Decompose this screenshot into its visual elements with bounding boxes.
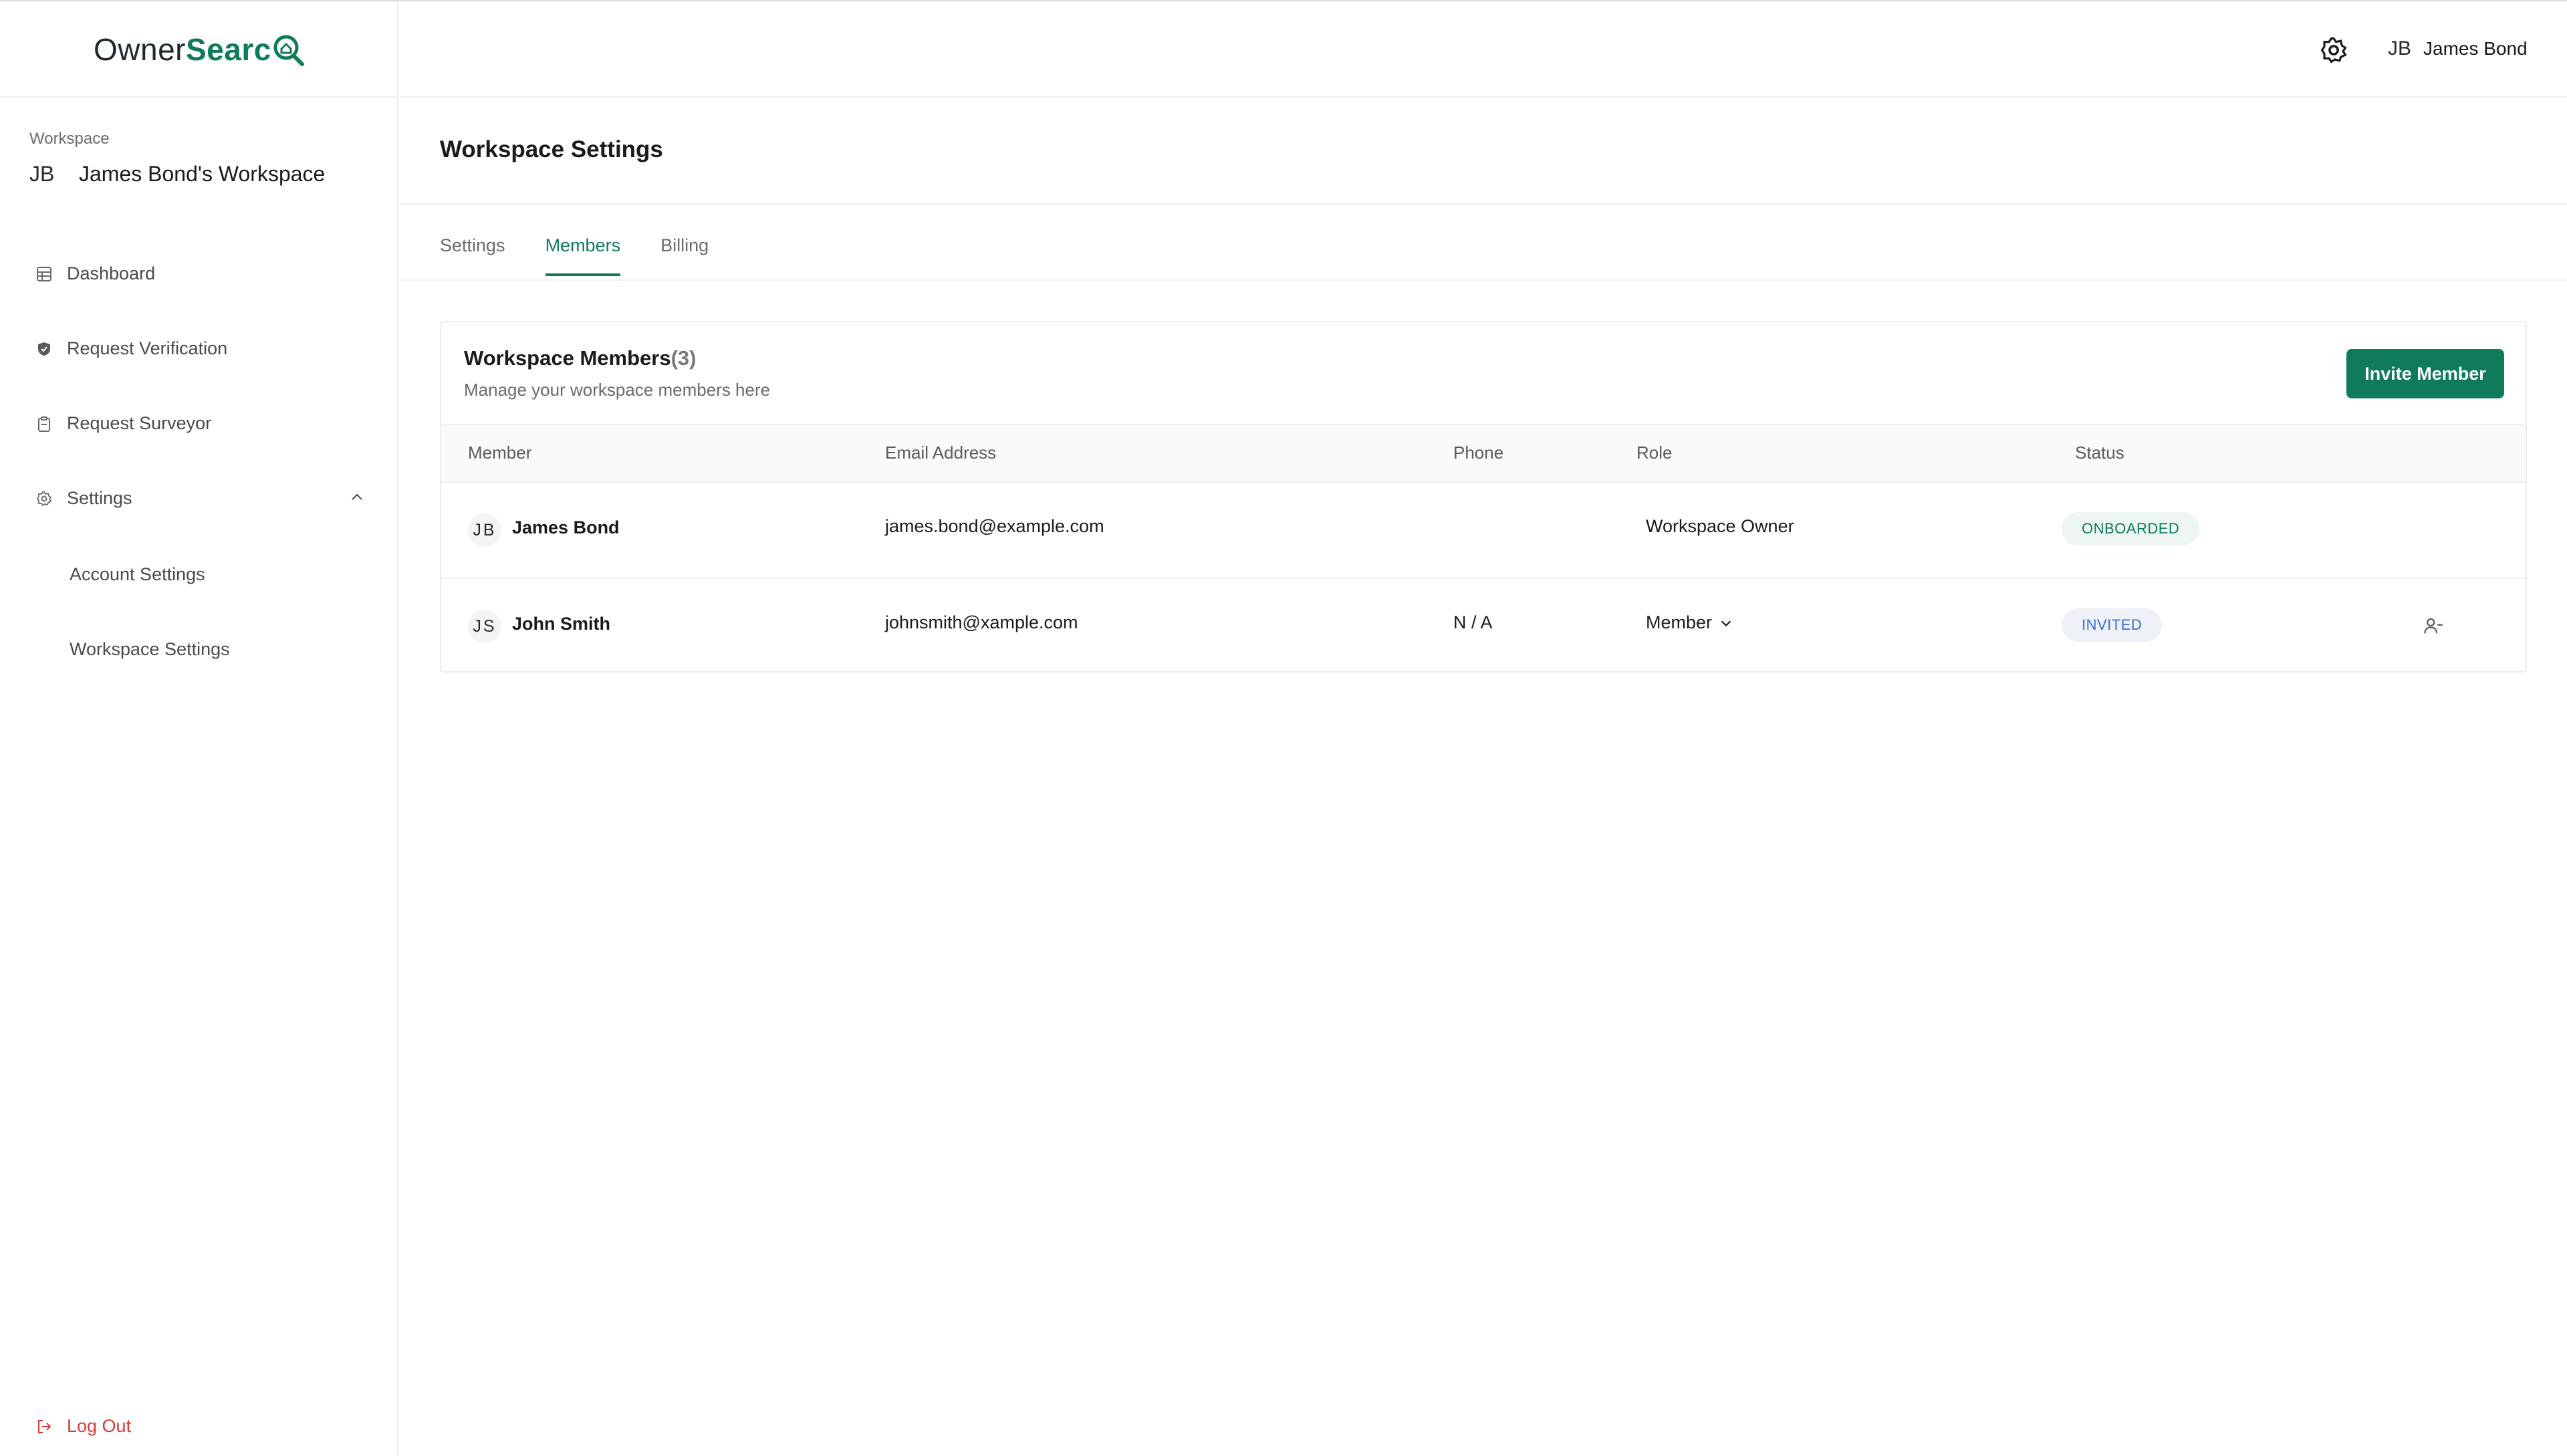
column-header-phone: Phone — [1453, 443, 1504, 463]
tab-billing[interactable]: Billing — [660, 235, 709, 276]
sidebar-item-request-verification[interactable]: Request Verification — [36, 338, 227, 359]
logo-text-search: Searc — [185, 32, 271, 67]
table-header: Member Email Address Phone Role Status — [441, 424, 2526, 483]
logo[interactable]: Owner Searc — [94, 29, 305, 70]
sidebar: Owner Searc Workspace JB James Bond's Wor… — [0, 1, 398, 1456]
logout-button[interactable]: Log Out — [36, 1416, 131, 1437]
members-card: Workspace Members(3) Manage your workspa… — [440, 321, 2527, 673]
page-title-bar — [400, 98, 2567, 205]
sidebar-subitem-workspace-settings[interactable]: Workspace Settings — [70, 639, 230, 660]
user-initials: JB — [2388, 37, 2412, 59]
sidebar-item-label: Request Verification — [67, 338, 228, 358]
sidebar-item-label: Dashboard — [67, 263, 156, 283]
shield-check-icon — [36, 341, 52, 357]
status-badge: INVITED — [2062, 608, 2163, 642]
column-header-status: Status — [2075, 443, 2124, 463]
members-card-title: Workspace Members(3) — [464, 346, 696, 370]
role-dropdown-value: Member — [1646, 612, 1713, 632]
member-phone: N / A — [1453, 612, 1493, 632]
user-minus-icon — [2424, 618, 2443, 634]
member-email: james.bond@example.com — [885, 516, 1104, 536]
tab-bar: Settings Members Billing — [440, 235, 749, 276]
invite-member-button[interactable]: Invite Member — [2346, 349, 2504, 398]
app-root: Owner Searc Workspace JB James Bond's Wor… — [0, 0, 2567, 1456]
role-dropdown[interactable]: Member — [1646, 612, 1733, 633]
workspace-initials: JB — [29, 162, 55, 186]
sidebar-item-label: Request Surveyor — [67, 413, 212, 433]
member-name: John Smith — [512, 614, 610, 634]
tab-members[interactable]: Members — [545, 235, 621, 276]
user-menu[interactable]: JB James Bond — [2388, 37, 2528, 60]
settings-button[interactable] — [2317, 33, 2350, 67]
tabs-divider — [400, 279, 2567, 281]
member-role: Workspace Owner — [1646, 516, 1794, 536]
member-email: johnsmith@xample.com — [885, 612, 1078, 632]
user-name: James Bond — [2423, 38, 2528, 59]
logout-icon — [36, 1419, 52, 1435]
workspace-name: James Bond's Workspace — [79, 162, 326, 186]
gear-icon — [36, 491, 52, 507]
clipboard-icon — [36, 416, 52, 432]
column-header-email: Email Address — [885, 443, 997, 463]
grid-icon — [36, 266, 52, 282]
gear-icon — [2320, 37, 2347, 64]
chevron-down-icon — [1721, 620, 1731, 626]
sidebar-item-label: Settings — [67, 488, 132, 508]
table-row: JB James Bond james.bond@example.com Wor… — [441, 483, 2526, 579]
workspace-label: Workspace — [29, 130, 110, 148]
members-card-subtitle: Manage your workspace members here — [464, 380, 771, 400]
logout-label: Log Out — [67, 1416, 132, 1436]
status-badge: ONBOARDED — [2062, 512, 2200, 545]
sidebar-divider — [0, 96, 398, 98]
page-title: Workspace Settings — [440, 136, 663, 162]
magnifier-house-icon — [273, 35, 304, 66]
workspace-switcher[interactable]: JB James Bond's Workspace — [29, 162, 325, 187]
column-header-member: Member — [468, 443, 532, 463]
members-count: (3) — [670, 346, 697, 370]
top-bar — [400, 1, 2567, 98]
remove-member-button[interactable] — [2420, 612, 2447, 639]
logo-text-owner: Owner — [94, 32, 186, 67]
members-card-title-text: Workspace Members — [464, 346, 671, 370]
chevron-up-icon[interactable] — [349, 489, 365, 505]
sidebar-item-settings[interactable]: Settings — [36, 488, 132, 509]
sidebar-item-dashboard[interactable]: Dashboard — [36, 263, 155, 284]
tab-settings[interactable]: Settings — [440, 235, 505, 276]
avatar: JB — [468, 513, 501, 547]
sidebar-item-request-surveyor[interactable]: Request Surveyor — [36, 413, 211, 434]
column-header-role: Role — [1636, 443, 1673, 463]
table-row: JS John Smith johnsmith@xample.com N / A… — [441, 579, 2526, 675]
member-name: James Bond — [512, 517, 620, 537]
avatar: JS — [468, 610, 501, 643]
sidebar-subitem-account-settings[interactable]: Account Settings — [70, 564, 205, 585]
